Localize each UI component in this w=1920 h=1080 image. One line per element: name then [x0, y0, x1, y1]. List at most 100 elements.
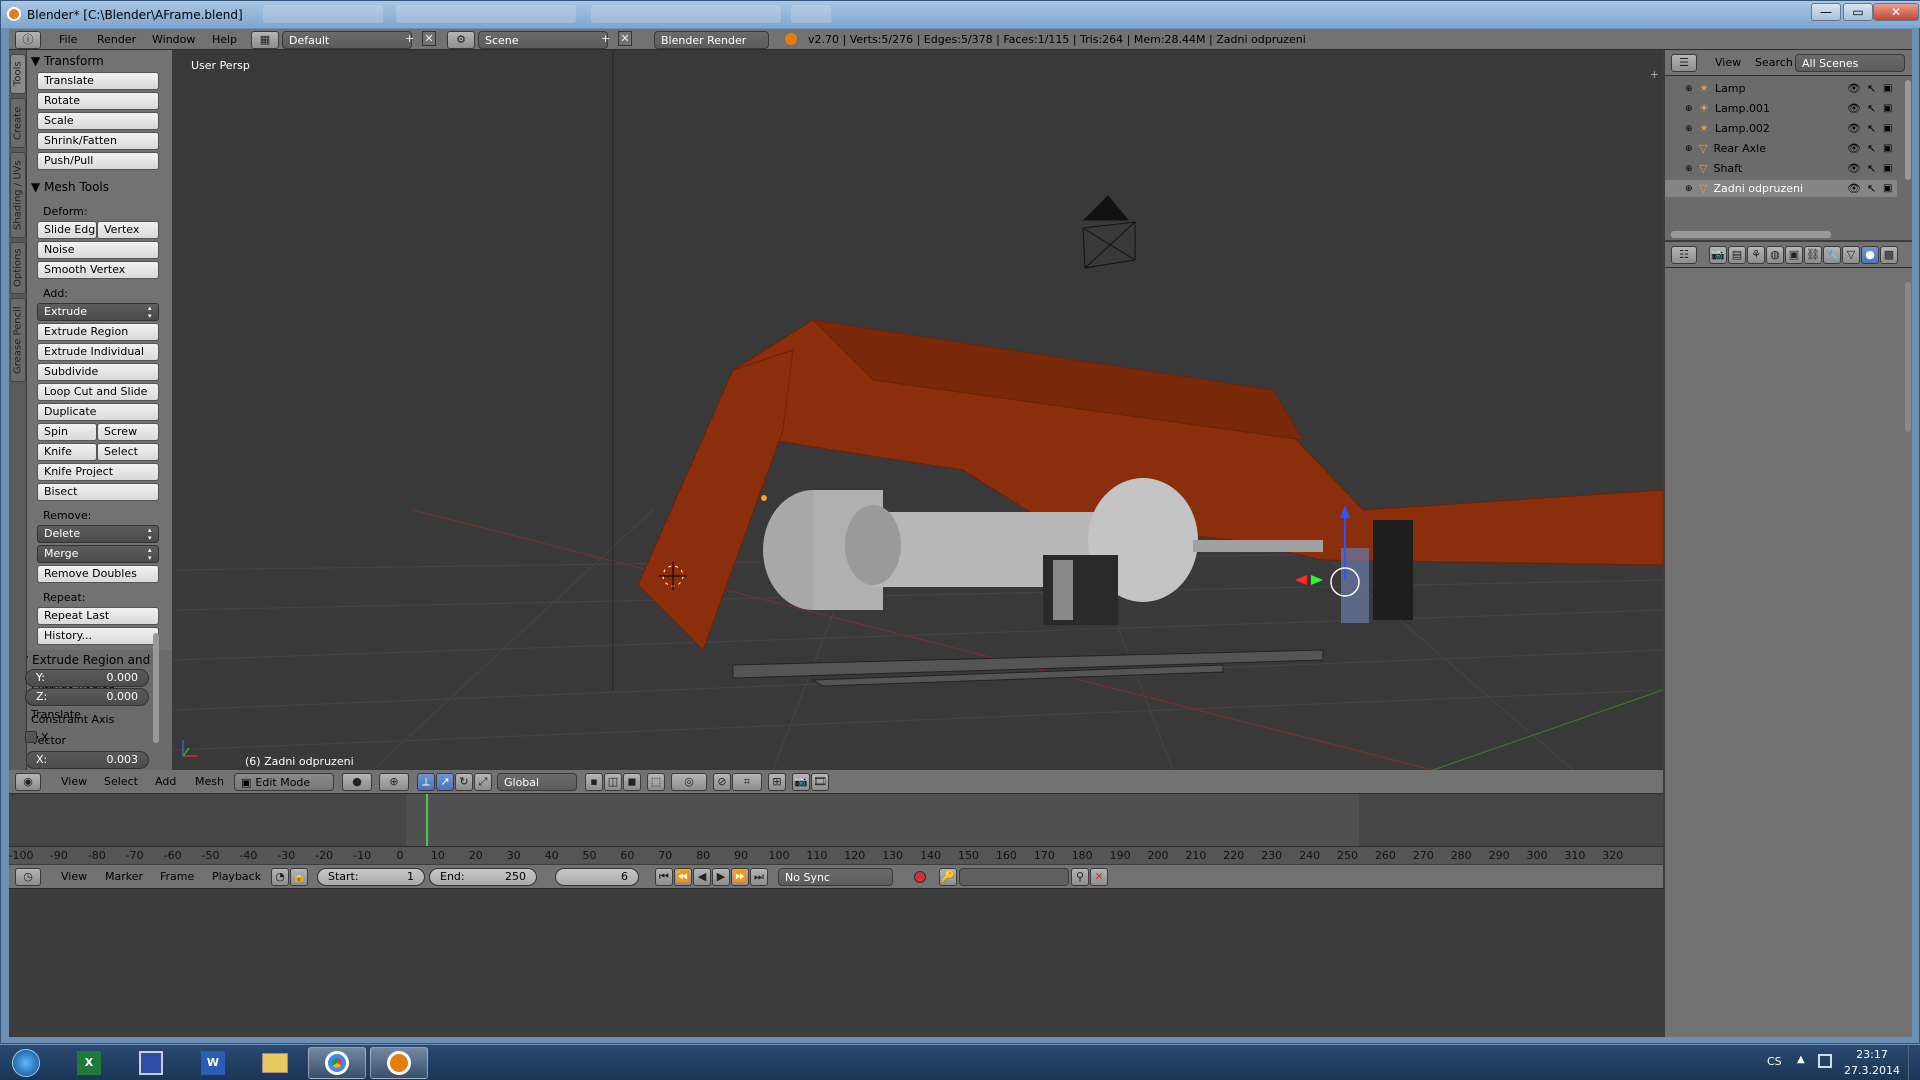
- merge-dropdown[interactable]: Merge: [37, 545, 159, 563]
- translate-manipulator-icon[interactable]: ↗: [436, 773, 454, 791]
- outliner-hscroll[interactable]: [1671, 231, 1831, 238]
- visibility-eye-icon[interactable]: 👁: [1847, 142, 1861, 155]
- renderability-camera-icon[interactable]: ▣: [1883, 163, 1892, 174]
- noise-button[interactable]: Noise: [37, 241, 159, 259]
- editor-type-icon[interactable]: ◉: [15, 773, 41, 791]
- expand-icon[interactable]: ⊕: [1685, 104, 1695, 114]
- taskbar-excel[interactable]: X: [60, 1047, 118, 1079]
- repeat-last-button[interactable]: Repeat Last: [37, 607, 159, 625]
- vertex-select-icon[interactable]: ▪: [585, 773, 603, 791]
- layout-field[interactable]: Default: [282, 31, 412, 49]
- outliner-item[interactable]: ⊕ ☀ Lamp.002 👁 ↖ ▣: [1665, 120, 1897, 137]
- delete-dropdown[interactable]: Delete: [37, 525, 159, 543]
- render-still-icon[interactable]: 📷: [792, 773, 810, 791]
- jump-keyframe-forward-icon[interactable]: ⏩: [731, 868, 749, 886]
- tab-tools[interactable]: Tools: [10, 54, 26, 94]
- scale-button[interactable]: Scale: [37, 112, 159, 130]
- tl-menu-playback[interactable]: Playback: [212, 865, 261, 888]
- taskbar-blender[interactable]: [370, 1047, 428, 1079]
- info-editor-icon[interactable]: ⓘ: [15, 31, 41, 49]
- scene-field[interactable]: Scene: [478, 31, 608, 49]
- remove-scene-icon[interactable]: ✕: [618, 31, 632, 46]
- record-icon[interactable]: [914, 871, 926, 883]
- pivot-point-icon[interactable]: ⊕: [379, 773, 409, 791]
- selectability-cursor-icon[interactable]: ↖: [1867, 162, 1876, 175]
- outliner-item[interactable]: ⊕ ▽ Zadni odpruzeni 👁 ↖ ▣: [1665, 180, 1897, 197]
- extrude-individual-button[interactable]: Extrude Individual: [37, 343, 159, 361]
- current-frame-field[interactable]: 6: [555, 868, 639, 886]
- proportional-edit-icon[interactable]: ◎: [671, 773, 707, 791]
- history-button[interactable]: History...: [37, 627, 159, 645]
- slide-edge-button[interactable]: Slide Edg: [37, 221, 97, 239]
- selectability-cursor-icon[interactable]: ↖: [1867, 142, 1876, 155]
- menu-mesh[interactable]: Mesh: [195, 770, 224, 793]
- play-icon[interactable]: ▶: [712, 868, 730, 886]
- shrink-fatten-button[interactable]: Shrink/Fatten: [37, 132, 159, 150]
- remove-layout-icon[interactable]: ✕: [422, 31, 436, 46]
- menu-render[interactable]: Render: [97, 29, 136, 49]
- start-button[interactable]: [2, 1047, 50, 1079]
- orientation-dropdown[interactable]: Global: [497, 773, 577, 791]
- start-frame-field[interactable]: Start: 1: [317, 868, 425, 886]
- render-animation-icon[interactable]: 🎞: [811, 773, 829, 791]
- insert-keyframe-icon[interactable]: ⚲: [1071, 868, 1089, 886]
- delete-keyframe-icon[interactable]: ✕: [1090, 868, 1108, 886]
- menu-view[interactable]: View: [61, 770, 87, 793]
- data-tab-icon[interactable]: ▽: [1842, 246, 1860, 264]
- selectability-cursor-icon[interactable]: ↖: [1867, 82, 1876, 95]
- scene-tab-icon[interactable]: ⚘: [1747, 246, 1765, 264]
- selectability-cursor-icon[interactable]: ↖: [1867, 182, 1876, 195]
- screw-button[interactable]: Screw: [97, 423, 159, 441]
- outliner-vscroll[interactable]: [1905, 80, 1911, 180]
- outliner-item[interactable]: ⊕ ▽ Rear Axle 👁 ↖ ▣: [1665, 140, 1897, 157]
- duplicate-button[interactable]: Duplicate: [37, 403, 159, 421]
- mode-dropdown[interactable]: ▣ Edit Mode: [234, 773, 334, 791]
- outliner-item[interactable]: ⊕ ▽ Shaft 👁 ↖ ▣: [1665, 160, 1897, 177]
- camera-object[interactable]: [1082, 195, 1136, 269]
- add-scene-icon[interactable]: +: [601, 32, 610, 45]
- expand-icon[interactable]: ⊕: [1685, 184, 1695, 194]
- knife-select-button[interactable]: Select: [97, 443, 159, 461]
- lock-icon[interactable]: 🔒: [290, 868, 308, 886]
- expand-icon[interactable]: ⊕: [1685, 84, 1695, 94]
- clock-date[interactable]: 27.3.2014: [1842, 1064, 1902, 1077]
- properties-scrollbar[interactable]: [1905, 282, 1911, 432]
- extrude-region-button[interactable]: Extrude Region: [37, 323, 159, 341]
- tab-grease-pencil[interactable]: Grease Pencil: [10, 298, 26, 382]
- operator-panel-header[interactable]: ▼ Extrude Region and: [27, 653, 150, 667]
- tl-menu-frame[interactable]: Frame: [160, 865, 194, 888]
- outliner-menu-view[interactable]: View: [1715, 50, 1741, 75]
- selectability-cursor-icon[interactable]: ↖: [1867, 122, 1876, 135]
- shading-solid-icon[interactable]: ●: [342, 773, 372, 791]
- scale-manipulator-icon[interactable]: ⤢: [474, 773, 492, 791]
- keying-set-field[interactable]: [959, 868, 1069, 886]
- outliner-item[interactable]: ⊕ ☀ Lamp 👁 ↖ ▣: [1665, 80, 1897, 97]
- vector-x-field[interactable]: X: 0.003: [27, 751, 149, 769]
- tl-menu-marker[interactable]: Marker: [105, 865, 143, 888]
- extrude-dropdown[interactable]: Extrude: [37, 303, 159, 321]
- manipulator-toggle-icon[interactable]: ⟂: [417, 773, 435, 791]
- world-tab-icon[interactable]: ◍: [1766, 246, 1784, 264]
- constraints-tab-icon[interactable]: ⛓: [1804, 246, 1822, 264]
- snap-element-icon[interactable]: ⌗: [732, 773, 762, 791]
- limit-selection-icon[interactable]: ⬚: [647, 773, 665, 791]
- taskbar-save[interactable]: [122, 1047, 180, 1079]
- tab-shading-uvs[interactable]: Shading / UVs: [10, 152, 26, 238]
- visibility-eye-icon[interactable]: 👁: [1847, 102, 1861, 115]
- minimize-button[interactable]: —: [1811, 3, 1841, 21]
- render-engine-dropdown[interactable]: Blender Render: [654, 31, 769, 49]
- timeline-editor-icon[interactable]: ◷: [15, 868, 41, 886]
- viewport-expand-icon[interactable]: +: [1650, 68, 1659, 81]
- play-reverse-icon[interactable]: ◀: [693, 868, 711, 886]
- end-frame-field[interactable]: End: 250: [429, 868, 537, 886]
- knife-project-button[interactable]: Knife Project: [37, 463, 159, 481]
- taskbar-explorer[interactable]: [246, 1047, 304, 1079]
- snap-toggle-icon[interactable]: ⊘: [713, 773, 731, 791]
- material-tab-icon[interactable]: ●: [1861, 246, 1879, 264]
- jump-end-icon[interactable]: ⏭: [750, 868, 768, 886]
- subdivide-button[interactable]: Subdivide: [37, 363, 159, 381]
- renderability-camera-icon[interactable]: ▣: [1883, 103, 1892, 114]
- tl-menu-view[interactable]: View: [61, 865, 87, 888]
- transform-panel-header[interactable]: ▼ Transform: [31, 54, 104, 68]
- render-layers-tab-icon[interactable]: ▤: [1728, 246, 1746, 264]
